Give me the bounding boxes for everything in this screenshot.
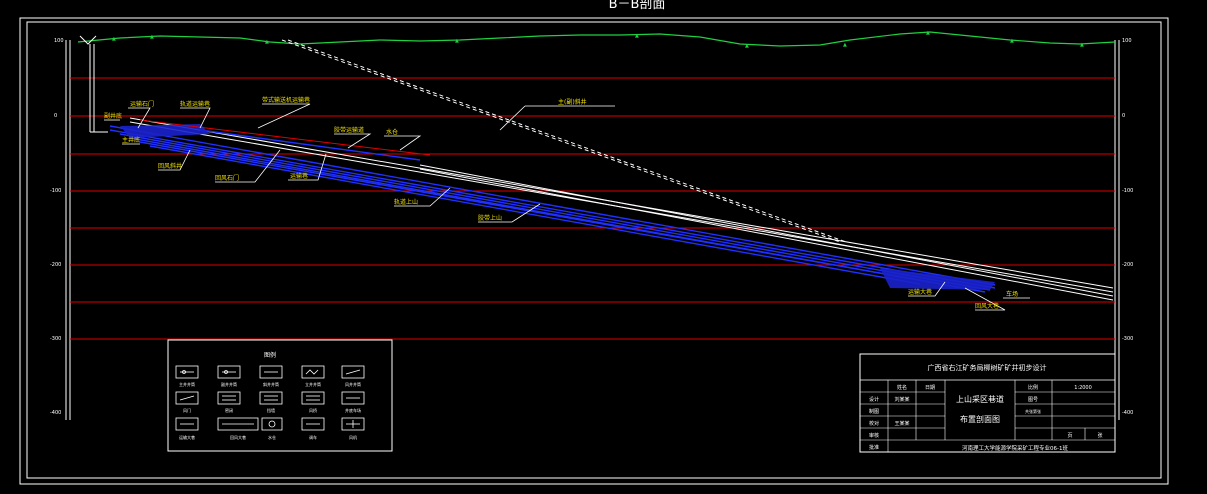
- svg-text:▲: ▲: [150, 34, 154, 40]
- svg-text:轨道上山: 轨道上山: [394, 198, 418, 206]
- svg-text:校对: 校对: [869, 420, 879, 427]
- svg-text:刘某某: 刘某某: [894, 396, 909, 403]
- svg-text:调车: 调车: [309, 434, 317, 440]
- svg-text:页: 页: [1067, 433, 1072, 439]
- svg-text:风机: 风机: [349, 434, 357, 440]
- svg-text:副井井筒: 副井井筒: [221, 381, 237, 387]
- svg-text:副井底: 副井底: [104, 112, 122, 120]
- svg-text:运输大巷: 运输大巷: [179, 434, 195, 440]
- drawing-name-2: 布置剖面图: [960, 414, 1000, 424]
- svg-text:车场: 车场: [1006, 290, 1018, 298]
- svg-text:▲: ▲: [1010, 38, 1014, 44]
- cad-drawing-canvas: B－B剖面 100 0 -100 -200 -300 -400 100 0 -1…: [19, 0, 1169, 485]
- svg-text:立井井筒: 立井井筒: [305, 381, 321, 387]
- inner-frame: [26, 21, 1162, 479]
- svg-text:100: 100: [54, 38, 64, 44]
- svg-text:带式输送机运输巷: 带式输送机运输巷: [262, 96, 310, 104]
- title-block-header: 广西省右江矿务局柳树矿矿井初步设计: [928, 363, 1047, 372]
- svg-text:共张第张: 共张第张: [1025, 408, 1041, 414]
- svg-text:挡墙: 挡墙: [267, 407, 275, 413]
- svg-text:张: 张: [1097, 432, 1102, 439]
- svg-text:回风石门: 回风石门: [215, 174, 239, 182]
- svg-text:斜井井筒: 斜井井筒: [263, 381, 279, 387]
- svg-text:▲: ▲: [1080, 42, 1084, 48]
- svg-text:-400: -400: [50, 410, 61, 416]
- ground-surface-line: [77, 31, 1116, 47]
- scale-value: 1:2000: [1074, 385, 1092, 391]
- svg-text:-300: -300: [1122, 336, 1133, 342]
- svg-text:风井井筒: 风井井筒: [345, 381, 361, 387]
- svg-text:批准: 批准: [869, 444, 879, 451]
- school-line: 河南理工大学能源学院采矿工程专业06-1班: [962, 444, 1068, 452]
- annotation-labels: 主(副)斜井 运输石门 轨道运输巷 带式输送机运输巷 胶带运输道 水仓 副井底 …: [104, 96, 1018, 310]
- svg-text:运输大巷: 运输大巷: [908, 288, 932, 296]
- svg-text:风桥: 风桥: [309, 407, 317, 413]
- svg-text:-200: -200: [1122, 262, 1133, 268]
- blue-roadways: [109, 125, 996, 293]
- svg-text:回风大巷: 回风大巷: [975, 302, 999, 310]
- svg-text:运输石门: 运输石门: [130, 100, 154, 108]
- depth-labels-left: 100 0 -100 -200 -300 -400: [50, 38, 64, 416]
- svg-text:100: 100: [1122, 38, 1132, 44]
- svg-text:主(副)斜井: 主(副)斜井: [558, 98, 587, 106]
- svg-text:回风大巷: 回风大巷: [230, 434, 246, 440]
- svg-text:胶带上山: 胶带上山: [478, 214, 502, 222]
- svg-text:王某某: 王某某: [894, 421, 909, 427]
- svg-text:运输巷: 运输巷: [290, 172, 308, 180]
- svg-text:▲: ▲: [926, 30, 930, 36]
- depth-labels-right: 100 0 -100 -200 -300 -400: [1122, 38, 1133, 416]
- drawing-name-1: 上山采区巷道: [956, 394, 1004, 404]
- svg-text:胶带运输道: 胶带运输道: [334, 126, 364, 134]
- level-lines: [70, 77, 1115, 340]
- svg-text:设计: 设计: [869, 396, 879, 403]
- drawing-title: B－B剖面: [609, 0, 666, 12]
- svg-text:审核: 审核: [869, 432, 879, 439]
- svg-text:▲: ▲: [635, 33, 639, 39]
- svg-text:-300: -300: [50, 336, 61, 342]
- svg-text:风门: 风门: [183, 407, 191, 413]
- svg-text:水仓: 水仓: [268, 434, 276, 440]
- svg-text:轨道运输巷: 轨道运输巷: [180, 100, 210, 108]
- svg-text:密闭: 密闭: [225, 407, 233, 413]
- main-incline-roadway: [129, 117, 1114, 301]
- legend-title: 图例: [264, 351, 276, 359]
- svg-text:-200: -200: [50, 262, 61, 268]
- svg-text:水仓: 水仓: [386, 128, 398, 136]
- svg-text:-400: -400: [1122, 410, 1133, 416]
- pump-station-block: [120, 124, 210, 138]
- svg-text:▲: ▲: [843, 42, 847, 48]
- svg-text:0: 0: [1122, 113, 1125, 119]
- legend-box: 图例 主井井筒 副井井筒 斜井井筒 立井井筒 风井井筒 风门 密闭 挡墙 风桥 …: [167, 339, 393, 452]
- svg-text:▲: ▲: [112, 36, 116, 42]
- svg-text:姓名: 姓名: [897, 384, 907, 391]
- svg-text:回风斜井: 回风斜井: [158, 162, 182, 170]
- svg-text:制图: 制图: [869, 408, 879, 415]
- svg-text:-100: -100: [1122, 188, 1133, 194]
- lower-station-block: [880, 268, 995, 290]
- title-block: 广西省右江矿务局柳树矿矿井初步设计 姓名 日期 设计 制图 校对 审核 批准 刘…: [859, 353, 1116, 453]
- svg-text:▲: ▲: [745, 43, 749, 49]
- svg-text:比例: 比例: [1028, 384, 1038, 391]
- svg-text:井底车场: 井底车场: [345, 407, 361, 413]
- svg-text:▲: ▲: [265, 39, 269, 45]
- svg-text:主井井筒: 主井井筒: [179, 381, 195, 387]
- svg-text:图号: 图号: [1028, 397, 1038, 403]
- svg-text:主井底: 主井底: [122, 136, 140, 144]
- svg-text:0: 0: [54, 113, 57, 119]
- svg-text:日期: 日期: [925, 385, 935, 391]
- svg-text:-100: -100: [50, 188, 61, 194]
- svg-text:▲: ▲: [455, 38, 459, 44]
